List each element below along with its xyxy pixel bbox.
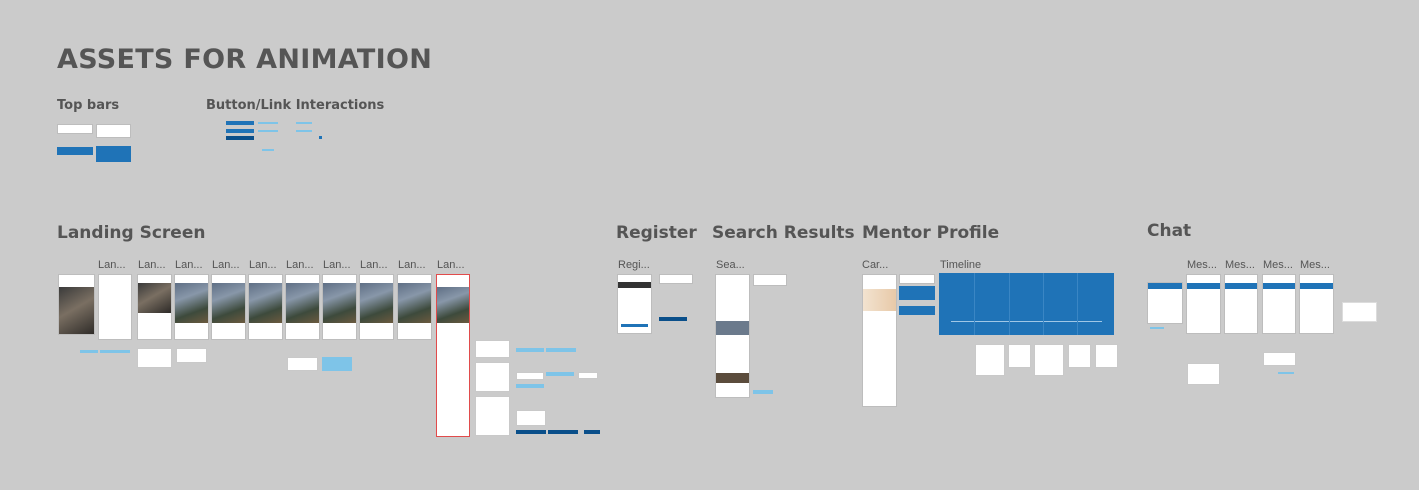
timeline-card-2 <box>1008 344 1031 368</box>
link-sample-5[interactable] <box>262 149 274 151</box>
landing-card-8 <box>516 372 544 380</box>
top-bar-white-b[interactable] <box>96 124 131 138</box>
chat-frame-4[interactable] <box>1299 274 1334 334</box>
search-frame-label: Sea... <box>716 259 745 271</box>
search-topbar[interactable] <box>753 274 787 286</box>
landing-frame-6[interactable] <box>285 274 320 340</box>
timeline-card-5 <box>1095 344 1118 368</box>
chat-link-2[interactable] <box>1278 372 1294 374</box>
timeline-card-1 <box>975 344 1005 376</box>
mentor-card-frame[interactable] <box>862 274 897 407</box>
landing-card-3 <box>287 357 318 371</box>
section-title-chat: Chat <box>1147 221 1192 241</box>
chat-frame-label-4: Mes... <box>1300 259 1330 271</box>
landing-frame-label-6: Lan... <box>286 259 314 271</box>
link-sample-1[interactable] <box>258 122 278 124</box>
link-sample-3[interactable] <box>296 122 312 124</box>
landing-frame-7[interactable] <box>322 274 357 340</box>
chat-frame-preview[interactable] <box>1147 282 1183 324</box>
register-topbar[interactable] <box>659 274 693 284</box>
link-sample-4[interactable] <box>296 130 312 132</box>
landing-frame-0[interactable] <box>58 274 95 335</box>
landing-frame-2[interactable] <box>137 274 172 340</box>
landing-button-1[interactable] <box>516 430 546 434</box>
landing-button-3[interactable] <box>584 430 600 434</box>
button-sample-2[interactable] <box>226 129 254 133</box>
timeline-label: Timeline <box>940 259 982 271</box>
landing-card-5 <box>475 340 510 358</box>
landing-card-10 <box>516 410 546 426</box>
landing-link-4[interactable] <box>546 348 576 352</box>
chat-frame-2[interactable] <box>1224 274 1258 334</box>
register-button[interactable] <box>659 317 687 321</box>
chat-card-2 <box>1263 352 1296 366</box>
landing-frame-3[interactable] <box>174 274 209 340</box>
landing-frame-8[interactable] <box>359 274 394 340</box>
landing-link-5[interactable] <box>516 384 544 388</box>
landing-card-9 <box>578 372 598 379</box>
landing-frame-label-3: Lan... <box>175 259 203 271</box>
button-sample-3[interactable] <box>226 136 254 140</box>
landing-frame-label-9: Lan... <box>398 259 426 271</box>
link-sample-2[interactable] <box>258 130 278 132</box>
landing-card-6 <box>475 362 510 392</box>
register-frame[interactable] <box>617 274 652 334</box>
landing-card-2 <box>176 348 207 363</box>
chat-frame-label-3: Mes... <box>1263 259 1293 271</box>
section-title-button-link: Button/Link Interactions <box>206 98 385 113</box>
landing-frame-label-8: Lan... <box>360 259 388 271</box>
landing-link-1[interactable] <box>80 350 98 353</box>
landing-link-6[interactable] <box>546 372 574 376</box>
chat-card-blank <box>1342 302 1377 322</box>
landing-card-4 <box>322 357 352 371</box>
mentor-topbar-white[interactable] <box>899 274 935 284</box>
landing-frame-long[interactable] <box>436 274 470 437</box>
landing-frame-5[interactable] <box>248 274 283 340</box>
chat-card-1 <box>1187 363 1220 385</box>
landing-link-3[interactable] <box>516 348 544 352</box>
mentor-topbar-blue[interactable] <box>899 286 935 300</box>
search-frame[interactable] <box>715 274 750 398</box>
search-link[interactable] <box>753 390 773 394</box>
landing-button-2[interactable] <box>548 430 578 434</box>
landing-frame-4[interactable] <box>211 274 246 340</box>
timeline-card-3 <box>1034 344 1064 376</box>
landing-card-7 <box>475 396 510 436</box>
chat-frame-label-2: Mes... <box>1225 259 1255 271</box>
timeline-card-4 <box>1068 344 1091 368</box>
landing-frame-9[interactable] <box>397 274 432 340</box>
landing-frame-label-5: Lan... <box>249 259 277 271</box>
landing-frame-label-2: Lan... <box>138 259 166 271</box>
section-title-landing: Landing Screen <box>57 223 206 243</box>
section-title-top-bars: Top bars <box>57 98 120 113</box>
section-title-search: Search Results <box>712 223 855 243</box>
top-bar-white-a[interactable] <box>57 124 93 134</box>
landing-frame-label-7: Lan... <box>323 259 351 271</box>
top-bar-blue-b[interactable] <box>96 146 131 162</box>
section-title-register: Register <box>616 223 697 243</box>
landing-frame-label-10: Lan... <box>437 259 465 271</box>
mentor-card-label: Car... <box>862 259 889 271</box>
section-title-mentor: Mentor Profile <box>862 223 1000 243</box>
chat-link-1[interactable] <box>1150 327 1164 329</box>
mentor-button[interactable] <box>899 306 935 315</box>
chat-frame-3[interactable] <box>1262 274 1296 334</box>
timeline-frame[interactable] <box>939 273 1114 335</box>
landing-frame-1[interactable] <box>98 274 132 340</box>
landing-frame-label-4: Lan... <box>212 259 240 271</box>
landing-link-2[interactable] <box>100 350 130 353</box>
button-sample-1[interactable] <box>226 121 254 125</box>
top-bar-blue-a[interactable] <box>57 147 93 155</box>
dot-indicator <box>319 136 322 139</box>
chat-frame-1[interactable] <box>1186 274 1221 334</box>
chat-frame-label-1: Mes... <box>1187 259 1217 271</box>
landing-frame-label-1: Lan... <box>98 259 126 271</box>
register-frame-label: Regi... <box>618 259 650 271</box>
page-title: ASSETS FOR ANIMATION <box>57 44 433 75</box>
landing-card-1 <box>137 348 172 368</box>
